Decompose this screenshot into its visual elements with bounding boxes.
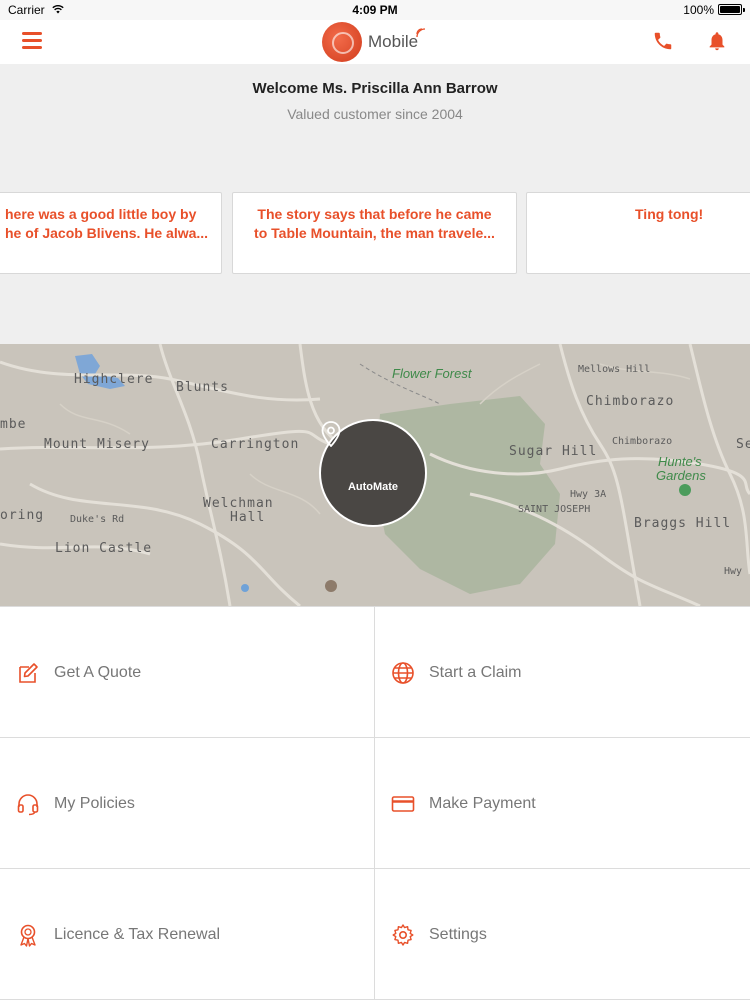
make-payment-label: Make Payment: [429, 795, 536, 812]
map-label: Chimborazo: [586, 394, 675, 409]
award-ribbon-icon: [20, 924, 36, 947]
map-label: Mount Misery: [44, 437, 150, 452]
map-label: Flower Forest: [392, 366, 472, 381]
map-label: Hall: [230, 510, 266, 525]
battery-icon: [718, 4, 745, 15]
news-card-line: here was a good little boy by: [5, 206, 197, 222]
start-claim-button[interactable]: Start a Claim: [375, 607, 750, 738]
bell-icon[interactable]: [706, 29, 728, 53]
gear-icon: [392, 924, 414, 946]
get-quote-label: Get A Quote: [54, 664, 142, 681]
map-label: Braggs Hill: [634, 516, 732, 531]
news-card[interactable]: here was a good little boy by he of Jaco…: [0, 192, 222, 274]
automate-label: AutoMate: [347, 481, 399, 493]
licence-tax-renewal-button[interactable]: Licence & Tax Renewal: [0, 869, 375, 1000]
clock: 4:09 PM: [352, 3, 398, 17]
make-payment-button[interactable]: Make Payment: [375, 738, 750, 869]
my-policies-button[interactable]: My Policies: [0, 738, 375, 869]
action-grid: Get A Quote Start a Claim My Policies Ma…: [0, 606, 750, 1000]
globe-icon: [392, 662, 414, 684]
map-label: SAINT JOSEPH: [518, 504, 591, 515]
map-label: Chimborazo: [612, 436, 673, 447]
map-label: Carrington: [211, 437, 300, 452]
map-label: Mellows Hill: [578, 364, 651, 375]
news-card[interactable]: Ting tong!: [526, 192, 750, 274]
map-label: Lion Castle: [55, 541, 153, 556]
edit-icon: [19, 663, 38, 683]
map-label: Duke's Rd: [70, 514, 125, 525]
hamburger-menu-icon[interactable]: [22, 32, 42, 50]
map-label: Gardens: [656, 468, 706, 483]
map-label: Se: [736, 437, 750, 452]
welcome-title: Welcome Ms. Priscilla Ann Barrow: [252, 80, 498, 97]
map-label: Hunte's: [658, 454, 702, 469]
news-card-line: The story says that before he came: [257, 206, 492, 222]
brand-logo: Mobile: [322, 22, 426, 62]
get-quote-button[interactable]: Get A Quote: [0, 607, 375, 738]
map-label: Blunts: [176, 380, 229, 395]
news-card-line: he of Jacob Blivens. He alwa...: [5, 225, 209, 241]
map-label: Highclere: [74, 372, 154, 387]
headset-icon: [17, 794, 39, 816]
settings-button[interactable]: Settings: [375, 869, 750, 1000]
brand-name: Mobile: [368, 32, 419, 51]
location-pin-icon: [321, 421, 341, 447]
news-card[interactable]: The story says that before he came to Ta…: [232, 192, 517, 274]
credit-card-icon: [391, 796, 415, 812]
automate-button[interactable]: AutoMate: [319, 419, 427, 527]
my-policies-label: My Policies: [54, 795, 135, 812]
map-label: oring: [0, 508, 45, 523]
map-label: Hwy 3A: [570, 489, 607, 500]
map-label: mbe: [0, 417, 27, 432]
start-claim-label: Start a Claim: [429, 664, 522, 681]
status-bar: Carrier 4:09 PM 100%: [0, 0, 750, 20]
welcome-subtitle: Valued customer since 2004: [287, 106, 463, 122]
wax-seal-logo-icon: [322, 22, 362, 62]
map-label: Sugar Hill: [509, 444, 598, 459]
settings-label: Settings: [429, 926, 487, 943]
licence-tax-renewal-label: Licence & Tax Renewal: [54, 926, 221, 943]
phone-icon[interactable]: [652, 30, 674, 52]
news-card-line: to Table Mountain, the man travele...: [254, 225, 495, 241]
nav-bar: Mobile: [0, 20, 750, 64]
welcome-panel: Welcome Ms. Priscilla Ann Barrow Valued …: [0, 64, 750, 344]
signal-icon: [416, 28, 426, 38]
news-card-line: Ting tong!: [635, 206, 704, 222]
map-view[interactable]: Highclere Blunts Flower Forest Mellows H…: [0, 344, 750, 606]
map-label: Welchman: [203, 496, 274, 511]
battery-percent: 100%: [683, 3, 714, 17]
map-label: Hwy: [724, 566, 743, 577]
